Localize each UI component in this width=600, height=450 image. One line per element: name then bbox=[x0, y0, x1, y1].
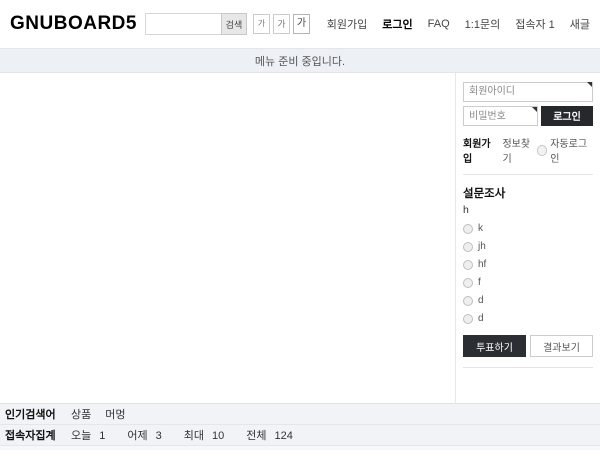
required-marker-icon bbox=[587, 82, 592, 87]
font-size-controls: 가 가 가 bbox=[253, 14, 310, 34]
required-marker-icon bbox=[532, 107, 537, 112]
stat-name: 최대 bbox=[184, 427, 204, 443]
poll-option-label[interactable]: hf bbox=[478, 259, 486, 270]
poll-box: 설문조사 h k jh hf f bbox=[463, 175, 593, 368]
auto-login-toggle[interactable]: 자동로그인 bbox=[537, 135, 593, 165]
poll-option[interactable]: d bbox=[463, 295, 593, 306]
member-id-input[interactable] bbox=[463, 82, 593, 102]
stat-name: 어제 bbox=[127, 427, 147, 443]
poll-option-label[interactable]: f bbox=[478, 277, 481, 288]
login-button[interactable]: 로그인 bbox=[541, 106, 593, 126]
find-info-link[interactable]: 정보찾기 bbox=[502, 135, 536, 165]
stat-name: 전체 bbox=[246, 427, 266, 443]
stat-value: 10 bbox=[212, 430, 224, 442]
utility-links: 회원가입 로그인 FAQ 1:1문의 접속자 1 새글 bbox=[327, 16, 590, 32]
poll-question: h bbox=[463, 204, 593, 216]
sidebar: 로그인 회원가입 정보찾기 자동로그인 설문조사 h k bbox=[455, 73, 600, 403]
search-input[interactable] bbox=[145, 13, 221, 35]
member-id-field-wrap bbox=[463, 81, 593, 102]
poll-option[interactable]: k bbox=[463, 223, 593, 234]
menu-bar: 메뉴 준비 중입니다. bbox=[0, 48, 600, 73]
poll-option[interactable]: f bbox=[463, 277, 593, 288]
font-size-large-button[interactable]: 가 bbox=[293, 14, 310, 34]
poll-title: 설문조사 bbox=[463, 185, 593, 201]
radio-icon[interactable] bbox=[463, 278, 473, 288]
search-form: 검색 bbox=[145, 13, 247, 35]
stat-value: 1 bbox=[99, 430, 105, 442]
signup-link[interactable]: 회원가입 bbox=[327, 16, 367, 32]
poll-option-label[interactable]: jh bbox=[478, 241, 486, 252]
poll-buttons-row: 투표하기 결과보기 bbox=[463, 335, 593, 357]
stat-today: 오늘 1 bbox=[71, 427, 105, 443]
poll-option-label[interactable]: k bbox=[478, 223, 483, 234]
poll-option[interactable]: hf bbox=[463, 259, 593, 270]
stat-total: 전체 124 bbox=[246, 427, 293, 443]
content-wrapper: 로그인 회원가입 정보찾기 자동로그인 설문조사 h k bbox=[0, 73, 600, 404]
popular-keyword[interactable]: 상품 bbox=[71, 406, 91, 422]
search-button[interactable]: 검색 bbox=[221, 13, 247, 35]
poll-option[interactable]: jh bbox=[463, 241, 593, 252]
poll-option-label[interactable]: d bbox=[478, 295, 484, 306]
auto-login-label: 자동로그인 bbox=[550, 135, 593, 165]
login-links-row: 회원가입 정보찾기 자동로그인 bbox=[463, 135, 593, 165]
qna-link[interactable]: 1:1문의 bbox=[465, 16, 501, 32]
sidebar-signup-link[interactable]: 회원가입 bbox=[463, 135, 497, 165]
connected-users-link[interactable]: 접속자 1 bbox=[515, 16, 555, 32]
menu-preparing-message: 메뉴 준비 중입니다. bbox=[255, 53, 345, 69]
radio-icon[interactable] bbox=[463, 224, 473, 234]
password-input[interactable] bbox=[463, 106, 538, 126]
login-link[interactable]: 로그인 bbox=[382, 16, 412, 32]
popular-keyword[interactable]: 머멍 bbox=[105, 406, 125, 422]
header: GNUBOARD5 검색 가 가 가 회원가입 로그인 FAQ 1:1문의 접속… bbox=[0, 0, 600, 48]
stat-name: 오늘 bbox=[71, 427, 91, 443]
site-logo[interactable]: GNUBOARD5 bbox=[10, 13, 137, 35]
faq-link[interactable]: FAQ bbox=[428, 18, 450, 30]
radio-icon[interactable] bbox=[463, 296, 473, 306]
page: GNUBOARD5 검색 가 가 가 회원가입 로그인 FAQ 1:1문의 접속… bbox=[0, 0, 600, 450]
stat-yesterday: 어제 3 bbox=[127, 427, 161, 443]
stat-value: 3 bbox=[156, 430, 162, 442]
poll-results-button[interactable]: 결과보기 bbox=[530, 335, 593, 357]
auto-login-checkbox[interactable] bbox=[537, 145, 547, 156]
poll-option[interactable]: d bbox=[463, 313, 593, 324]
stat-max: 최대 10 bbox=[184, 427, 225, 443]
font-size-small-button[interactable]: 가 bbox=[253, 14, 270, 34]
login-box: 로그인 회원가입 정보찾기 자동로그인 bbox=[463, 81, 593, 175]
vote-button[interactable]: 투표하기 bbox=[463, 335, 526, 357]
radio-icon[interactable] bbox=[463, 314, 473, 324]
new-posts-link[interactable]: 새글 bbox=[570, 16, 590, 32]
poll-option-label[interactable]: d bbox=[478, 313, 484, 324]
main-content-area bbox=[0, 73, 455, 403]
visitor-stats-row: 접속자집계 오늘 1 어제 3 최대 10 전체 124 bbox=[0, 425, 600, 446]
popular-keywords-label: 인기검색어 bbox=[5, 406, 71, 422]
stat-value: 124 bbox=[275, 430, 293, 442]
password-row: 로그인 bbox=[463, 106, 593, 127]
font-size-medium-button[interactable]: 가 bbox=[273, 14, 290, 34]
visitor-stats-label: 접속자집계 bbox=[5, 427, 71, 443]
password-field-wrap bbox=[463, 106, 538, 127]
popular-keywords-row: 인기검색어 상품 머멍 bbox=[0, 404, 600, 425]
radio-icon[interactable] bbox=[463, 242, 473, 252]
radio-icon[interactable] bbox=[463, 260, 473, 270]
